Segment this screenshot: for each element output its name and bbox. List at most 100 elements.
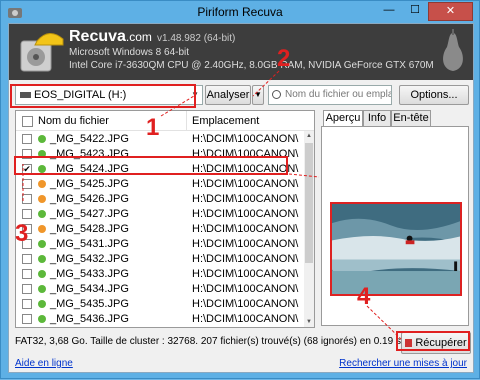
search-icon bbox=[272, 90, 281, 99]
recovery-state-icon bbox=[38, 225, 46, 233]
search-input[interactable]: Nom du fichier ou emplacement bbox=[268, 85, 392, 105]
recovery-state-icon bbox=[38, 300, 46, 308]
help-link[interactable]: Aide en ligne bbox=[15, 358, 73, 369]
check-updates-link[interactable]: Rechercher une mises à jour bbox=[339, 358, 467, 369]
recovery-state-icon bbox=[38, 195, 46, 203]
brand-domain: .com bbox=[125, 30, 152, 44]
file-checkbox[interactable] bbox=[22, 194, 32, 204]
analyse-button[interactable]: Analyser bbox=[205, 85, 251, 105]
file-name: _MG_5425.JPG bbox=[50, 178, 129, 190]
piriform-pear-icon bbox=[443, 29, 463, 71]
file-row[interactable]: _MG_5423.JPG H:\DCIM\100CANON\ bbox=[16, 147, 304, 161]
file-name: _MG_5433.JPG bbox=[50, 268, 129, 280]
file-location: H:\DCIM\100CANON\ bbox=[192, 298, 299, 310]
file-location: H:\DCIM\100CANON\ bbox=[192, 133, 299, 145]
search-placeholder: Nom du fichier ou emplacement bbox=[285, 89, 392, 100]
scroll-thumb[interactable] bbox=[305, 143, 313, 263]
file-location: H:\DCIM\100CANON\ bbox=[192, 283, 299, 295]
file-checkbox[interactable] bbox=[22, 269, 32, 279]
file-location: H:\DCIM\100CANON\ bbox=[192, 178, 299, 190]
file-row[interactable]: _MG_5436.JPG H:\DCIM\100CANON\ bbox=[16, 312, 304, 326]
file-row[interactable]: ✔ _MG_5424.JPG H:\DCIM\100CANON\ bbox=[16, 162, 304, 176]
file-row[interactable]: _MG_5434.JPG H:\DCIM\100CANON\ bbox=[16, 282, 304, 296]
file-list[interactable]: Nom du fichier Emplacement _MG_5422.JPG H… bbox=[15, 110, 315, 328]
tab-preview[interactable]: Aperçu bbox=[323, 110, 363, 127]
status-text: FAT32, 3,68 Go. Taille de cluster : 3276… bbox=[15, 336, 415, 347]
file-name: _MG_5427.JPG bbox=[50, 208, 129, 220]
file-name: _MG_5435.JPG bbox=[50, 298, 129, 310]
options-button[interactable]: Options... bbox=[399, 85, 469, 105]
file-row[interactable]: _MG_5426.JPG H:\DCIM\100CANON\ bbox=[16, 192, 304, 206]
recovery-state-icon bbox=[38, 135, 46, 143]
details-panel: Aperçu Info En-tête bbox=[321, 110, 469, 326]
file-name: _MG_5431.JPG bbox=[50, 238, 129, 250]
footer-links: Aide en ligne Rechercher une mises à jou… bbox=[9, 358, 473, 372]
file-checkbox[interactable]: ✔ bbox=[22, 164, 32, 174]
recovery-state-icon bbox=[38, 165, 46, 173]
file-list-header: Nom du fichier Emplacement bbox=[16, 111, 314, 131]
file-location: H:\DCIM\100CANON\ bbox=[192, 163, 299, 175]
file-checkbox[interactable] bbox=[22, 254, 32, 264]
main-client-area: Recuva.com v1.48.982 (64-bit) Microsoft … bbox=[8, 23, 474, 373]
file-row[interactable]: _MG_5427.JPG H:\DCIM\100CANON\ bbox=[16, 207, 304, 221]
file-checkbox[interactable] bbox=[22, 149, 32, 159]
brand-name: Recuva.com bbox=[69, 28, 152, 46]
file-list-scrollbar[interactable]: ▲ ▼ bbox=[304, 131, 314, 327]
recovery-state-icon bbox=[38, 285, 46, 293]
recovery-state-icon bbox=[38, 240, 46, 248]
recuva-window: Piriform Recuva — ☐ ✕ Recuva.com v1.48.9… bbox=[0, 0, 480, 379]
annotation-number-2: 2 bbox=[277, 45, 291, 72]
brand-name-text: Recuva bbox=[69, 28, 126, 45]
file-row[interactable]: _MG_5432.JPG H:\DCIM\100CANON\ bbox=[16, 252, 304, 266]
annotation-number-1: 1 bbox=[146, 114, 160, 141]
minimize-button[interactable]: — bbox=[376, 2, 402, 21]
file-row[interactable]: _MG_5431.JPG H:\DCIM\100CANON\ bbox=[16, 237, 304, 251]
file-location: H:\DCIM\100CANON\ bbox=[192, 313, 299, 325]
file-name: _MG_5434.JPG bbox=[50, 283, 129, 295]
annotation-number-4: 4 bbox=[357, 283, 371, 310]
file-checkbox[interactable] bbox=[22, 284, 32, 294]
recuva-hardhat-logo-icon bbox=[20, 33, 64, 72]
select-all-checkbox[interactable] bbox=[22, 116, 33, 127]
file-row[interactable]: _MG_5435.JPG H:\DCIM\100CANON\ bbox=[16, 297, 304, 311]
file-row[interactable]: _MG_5428.JPG H:\DCIM\100CANON\ bbox=[16, 222, 304, 236]
file-checkbox[interactable] bbox=[22, 134, 32, 144]
column-divider[interactable] bbox=[186, 111, 187, 131]
recover-button[interactable]: Récupérer bbox=[401, 332, 471, 354]
file-location: H:\DCIM\100CANON\ bbox=[192, 268, 299, 280]
file-location: H:\DCIM\100CANON\ bbox=[192, 208, 299, 220]
recovery-state-icon bbox=[38, 315, 46, 323]
drive-select[interactable]: EOS_DIGITAL (H:) ▼ bbox=[15, 85, 203, 105]
toolbar: EOS_DIGITAL (H:) ▼ Analyser ▼ Nom du fic… bbox=[9, 80, 473, 108]
column-header-name[interactable]: Nom du fichier bbox=[38, 115, 109, 127]
file-checkbox[interactable] bbox=[22, 179, 32, 189]
file-row[interactable]: _MG_5425.JPG H:\DCIM\100CANON\ bbox=[16, 177, 304, 191]
file-checkbox[interactable] bbox=[22, 314, 32, 324]
recovery-state-icon bbox=[38, 270, 46, 278]
recover-icon bbox=[405, 339, 413, 347]
scroll-up-icon[interactable]: ▲ bbox=[304, 131, 314, 141]
file-name: _MG_5428.JPG bbox=[50, 223, 129, 235]
recovery-state-icon bbox=[38, 210, 46, 218]
file-location: H:\DCIM\100CANON\ bbox=[192, 193, 299, 205]
analyse-dropdown-button[interactable]: ▼ bbox=[252, 85, 264, 105]
close-button[interactable]: ✕ bbox=[428, 2, 473, 21]
column-header-location[interactable]: Emplacement bbox=[192, 115, 259, 127]
chevron-down-icon: ▼ bbox=[191, 90, 199, 99]
title-bar[interactable]: Piriform Recuva — ☐ ✕ bbox=[1, 1, 479, 23]
file-checkbox[interactable] bbox=[22, 299, 32, 309]
scroll-down-icon[interactable]: ▼ bbox=[304, 317, 314, 327]
recovery-state-icon bbox=[38, 255, 46, 263]
file-name: _MG_5422.JPG bbox=[50, 133, 129, 145]
os-info: Microsoft Windows 8 64-bit bbox=[69, 47, 190, 58]
file-location: H:\DCIM\100CANON\ bbox=[192, 223, 299, 235]
file-name: _MG_5424.JPG bbox=[50, 163, 129, 175]
maximize-button[interactable]: ☐ bbox=[402, 2, 428, 21]
file-row[interactable]: _MG_5433.JPG H:\DCIM\100CANON\ bbox=[16, 267, 304, 281]
file-name: _MG_5423.JPG bbox=[50, 148, 129, 160]
version-label: v1.48.982 (64-bit) bbox=[157, 33, 236, 44]
file-row[interactable]: _MG_5422.JPG H:\DCIM\100CANON\ bbox=[16, 132, 304, 146]
tab-info[interactable]: Info bbox=[363, 110, 391, 126]
tab-header[interactable]: En-tête bbox=[391, 110, 431, 126]
file-checkbox[interactable] bbox=[22, 209, 32, 219]
